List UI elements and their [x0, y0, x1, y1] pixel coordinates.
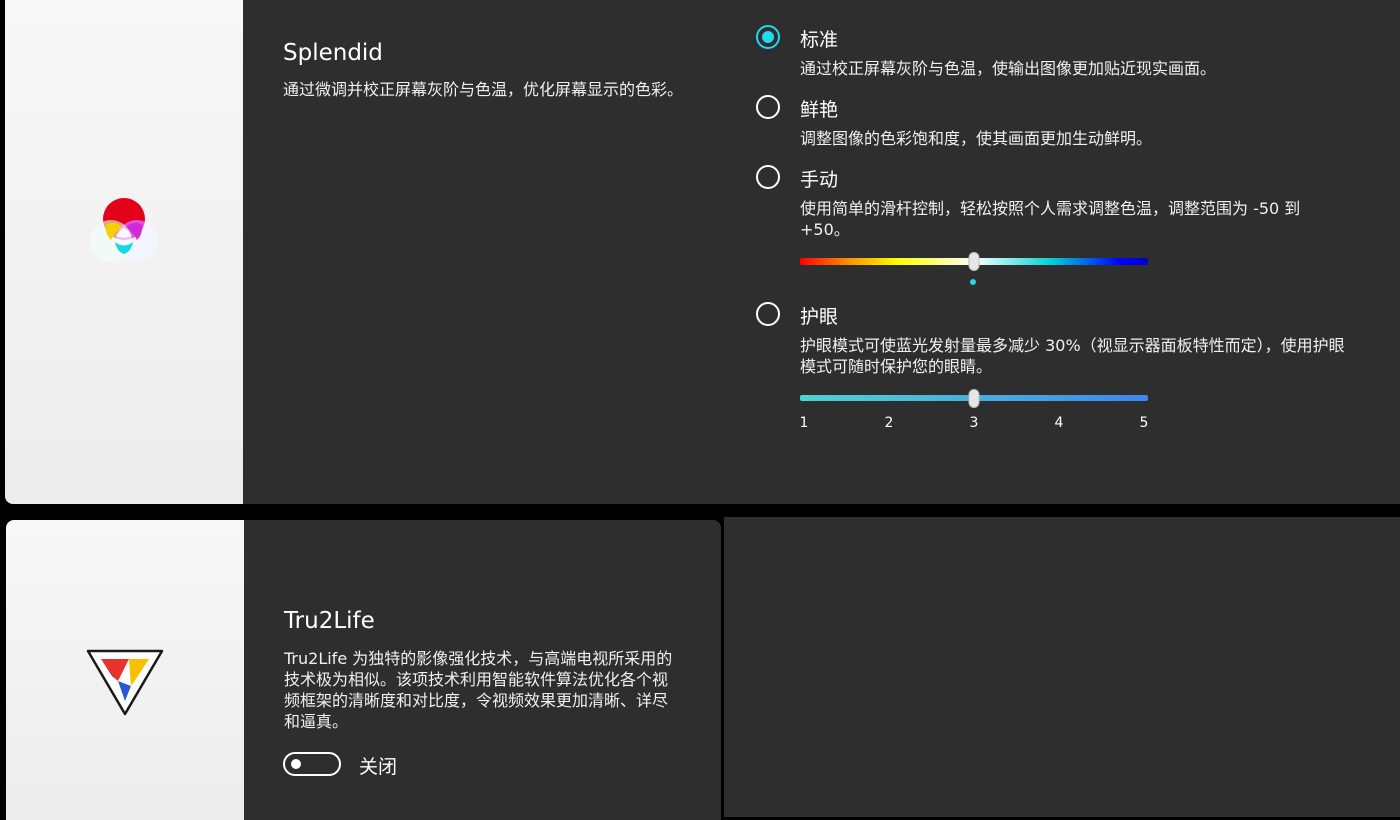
tru2life-description: Tru2Life 为独特的影像强化技术，与高端电视所采用的技术极为相似。该项技术… — [284, 649, 673, 731]
empty-panel — [724, 517, 1400, 817]
splendid-title: Splendid — [283, 40, 383, 66]
radio-vivid[interactable] — [756, 95, 780, 119]
tru2life-toggle-label: 关闭 — [359, 756, 398, 778]
option-desc-standard: 通过校正屏幕灰阶与色温，使输出图像更加贴近现实画面。 — [800, 59, 1217, 78]
eyecare-tick-label: 2 — [884, 415, 894, 431]
option-desc-vivid: 调整图像的色彩饱和度，使其画面更加生动鲜明。 — [800, 129, 1153, 148]
eyecare-tick-label: 4 — [1054, 415, 1064, 431]
option-label-vivid[interactable]: 鲜艳 — [800, 95, 838, 122]
eyecare-level-slider-thumb[interactable] — [968, 389, 980, 408]
radio-manual[interactable] — [756, 165, 780, 189]
eyecare-tick-label: 3 — [969, 415, 979, 431]
splendid-icon-panel — [5, 0, 243, 504]
option-desc-eyecare: 护眼模式可使蓝光发射量最多减少 30%（视显示器面板特性而定），使用护眼模式可随… — [800, 336, 1345, 376]
option-desc-manual: 使用简单的滑杆控制，轻松按照个人需求调整色温，调整范围为 -50 到 +50。 — [800, 199, 1301, 239]
eyecare-tick-label: 1 — [799, 415, 809, 431]
color-temperature-slider[interactable] — [800, 252, 1148, 271]
eyecare-level-slider[interactable] — [800, 389, 1148, 408]
option-label-standard[interactable]: 标准 — [800, 25, 838, 52]
slider-center-marker — [970, 279, 976, 285]
tru2life-icon-panel — [6, 520, 244, 820]
radio-eyecare[interactable] — [756, 302, 780, 326]
tru2life-title: Tru2Life — [284, 608, 375, 634]
splendid-description: 通过微调并校正屏幕灰阶与色温，优化屏幕显示的色彩。 — [283, 80, 684, 99]
toggle-knob — [291, 759, 301, 769]
option-label-manual[interactable]: 手动 — [800, 165, 838, 192]
eyecare-tick-label: 5 — [1139, 415, 1149, 431]
tru2life-triangle-icon — [86, 649, 164, 716]
tru2life-toggle[interactable] — [283, 752, 341, 776]
rgb-circles-icon — [90, 198, 158, 262]
color-temperature-slider-thumb[interactable] — [968, 252, 980, 271]
radio-standard[interactable] — [756, 25, 780, 49]
option-label-eyecare[interactable]: 护眼 — [800, 302, 838, 329]
tru2life-card: Tru2Life Tru2Life 为独特的影像强化技术，与高端电视所采用的技术… — [6, 520, 721, 820]
